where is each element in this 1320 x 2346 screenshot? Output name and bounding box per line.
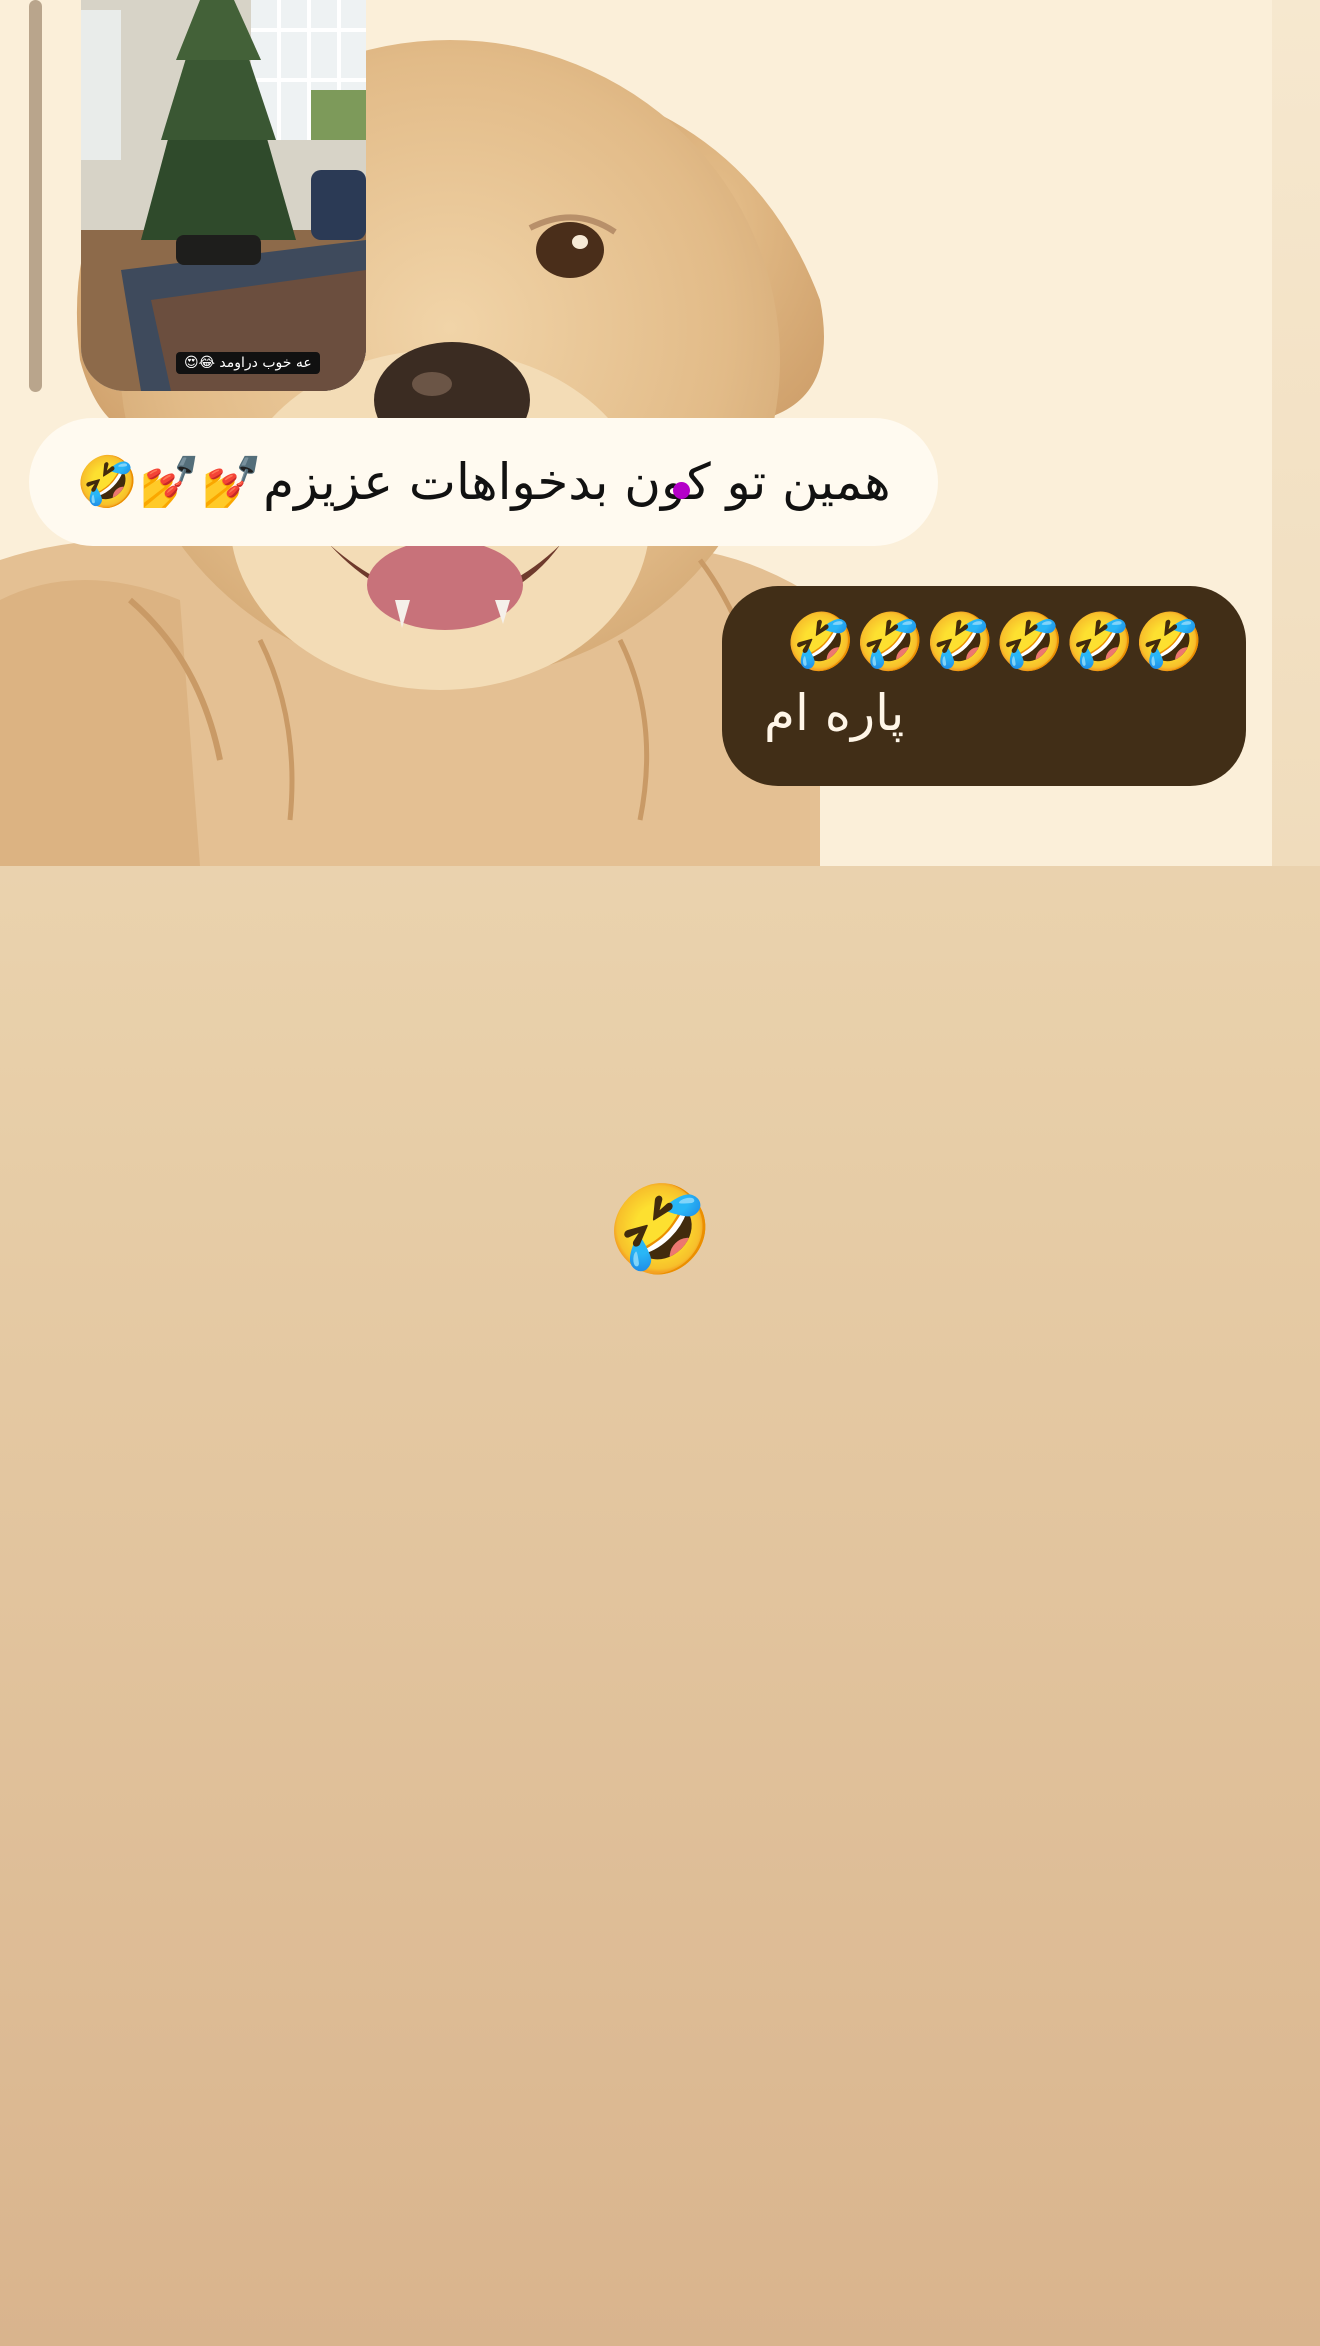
media-caption: عه خوب دراومد 😂😍	[176, 352, 320, 374]
christmas-tree-image	[81, 0, 366, 391]
outgoing-message-emoji: 🤣🤣🤣🤣🤣🤣	[785, 610, 1204, 675]
outgoing-message-bubble[interactable]: 🤣🤣🤣🤣🤣🤣 پاره ام	[722, 586, 1246, 786]
incoming-message-bubble[interactable]: همین تو کون بدخواهات عزیزم💅💅🤣	[29, 418, 938, 546]
outgoing-message-text: پاره ام	[764, 684, 905, 742]
right-edge-panel	[1272, 0, 1320, 866]
reaction-dot	[673, 482, 690, 499]
media-message-thumbnail[interactable]	[81, 0, 366, 391]
scrollbar[interactable]	[29, 0, 42, 392]
emoji-message[interactable]: 🤣	[600, 1180, 720, 1280]
incoming-message-text: همین تو کون بدخواهات عزیزم💅💅🤣	[76, 452, 891, 511]
chat-panel: عه خوب دراومد 😂😍 همین تو کون بدخواهات عز…	[0, 0, 1272, 866]
